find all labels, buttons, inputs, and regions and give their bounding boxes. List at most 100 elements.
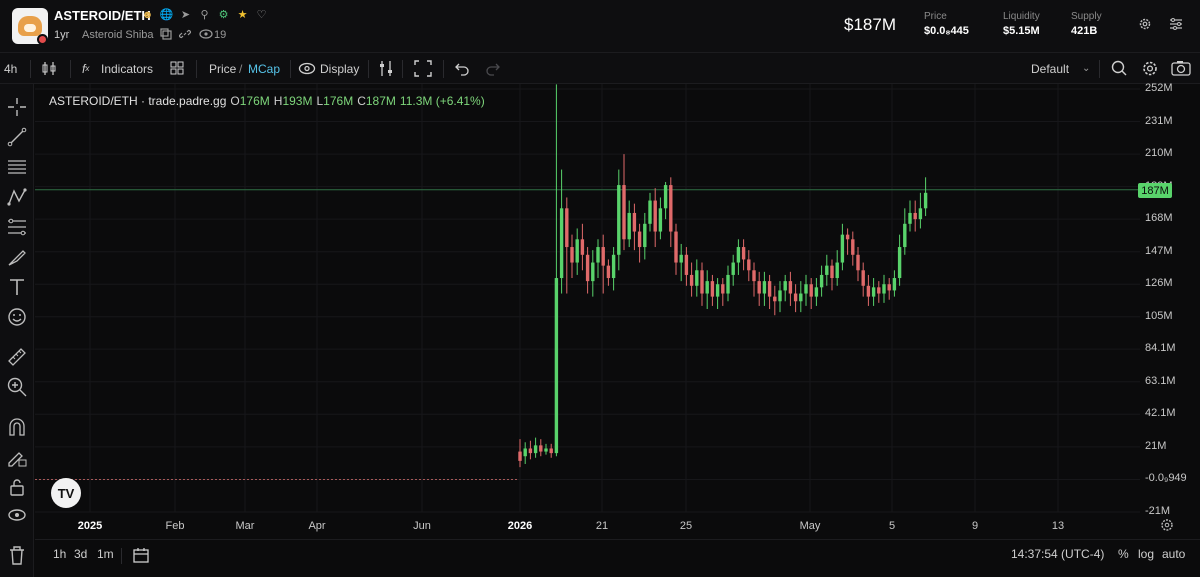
ruler-icon[interactable] <box>6 346 28 368</box>
log-scale-toggle[interactable]: log <box>1138 547 1154 561</box>
globe-icon[interactable]: 🌐 <box>160 8 174 21</box>
link-icon[interactable] <box>179 28 191 40</box>
x-tick-label: Mar <box>235 520 255 532</box>
chart-settings-gear-icon[interactable] <box>1141 53 1159 84</box>
lock-icon[interactable] <box>6 476 28 498</box>
pattern-icon[interactable] <box>6 186 28 208</box>
undo-icon[interactable] <box>455 53 469 84</box>
settings-gear-icon[interactable] <box>1138 17 1152 31</box>
text-tool-icon[interactable] <box>6 276 28 298</box>
range-1h[interactable]: 1h <box>53 547 66 561</box>
person-icon[interactable]: ☻ <box>141 8 154 21</box>
y-axis[interactable]: 252M231M210M189M168M147M126M105M84.1M63.… <box>1140 82 1200 524</box>
candle-body <box>762 281 767 294</box>
tradingview-logo[interactable]: TV <box>51 478 81 508</box>
y-tick-label: 210M <box>1145 147 1173 160</box>
legend-open: 176M <box>239 94 270 108</box>
candle-body <box>637 231 642 248</box>
emoji-icon[interactable] <box>6 306 28 328</box>
redo-icon[interactable] <box>486 53 500 84</box>
brush-icon[interactable] <box>6 246 28 268</box>
candle-body <box>653 200 657 232</box>
chain-badge-icon <box>37 34 48 45</box>
candle-body <box>689 274 694 286</box>
draw-lock-pencil-icon[interactable] <box>6 446 28 468</box>
crosshair-icon[interactable] <box>6 96 28 118</box>
indicators-button[interactable]: Indicators <box>101 53 153 84</box>
y-tick-label: 42.1M <box>1145 407 1176 420</box>
candle-body <box>622 185 626 240</box>
candle-body <box>923 192 928 209</box>
chevron-down-icon[interactable]: ⌄ <box>1082 53 1090 84</box>
zoom-in-icon[interactable] <box>6 376 28 398</box>
candle-body <box>726 274 730 294</box>
candle-body <box>773 296 777 302</box>
star-icon[interactable]: ★ <box>236 8 249 21</box>
candle-body <box>887 284 891 291</box>
y-tick-label: 21M <box>1145 439 1167 452</box>
view-count: 19 <box>214 29 227 41</box>
auto-scale-toggle[interactable]: auto <box>1162 547 1185 561</box>
candle-body <box>866 285 871 297</box>
display-eye-icon[interactable] <box>298 53 316 84</box>
bell-icon[interactable]: ♡ <box>255 8 268 21</box>
sliders-icon[interactable] <box>1169 17 1183 31</box>
token-age: 1yr <box>54 29 70 41</box>
range-3d[interactable]: 3d <box>74 547 87 561</box>
search-icon[interactable] <box>1110 53 1128 84</box>
candle-body <box>611 254 616 279</box>
axis-settings-gear-icon[interactable] <box>1160 518 1174 532</box>
x-tick-label: 2026 <box>507 520 533 532</box>
candle-body <box>767 281 772 297</box>
candle-body <box>721 284 725 294</box>
candle-body <box>747 259 751 271</box>
go-to-date-calendar-icon[interactable] <box>132 547 150 563</box>
candle-body <box>679 254 683 263</box>
screenshot-camera-icon[interactable] <box>1171 53 1191 84</box>
legend-close-key: C <box>357 94 366 108</box>
candle-body <box>731 262 735 275</box>
indicators-fx-icon[interactable]: fx <box>82 53 89 84</box>
telegram-icon[interactable]: ➤ <box>179 8 192 21</box>
trend-line-icon[interactable] <box>6 126 28 148</box>
display-button[interactable]: Display <box>320 53 359 84</box>
copy-icon[interactable] <box>160 28 172 40</box>
candle-body <box>570 247 574 263</box>
candle-body <box>840 234 845 263</box>
fib-retracement-icon[interactable] <box>6 216 28 238</box>
clock-timezone[interactable]: 14:37:54 (UTC-4) <box>1011 547 1104 561</box>
compare-sliders-icon[interactable] <box>378 53 394 84</box>
search-icon[interactable]: ⚲ <box>198 8 211 21</box>
interval-selector[interactable]: 4h <box>4 53 17 84</box>
candle-body <box>877 287 881 294</box>
magnet-icon[interactable] <box>6 416 28 438</box>
trash-icon[interactable] <box>6 544 28 566</box>
candle-body <box>575 239 579 263</box>
stat-value: 421B <box>1071 25 1098 37</box>
chart-canvas[interactable] <box>35 84 1200 539</box>
percent-scale-toggle[interactable]: % <box>1118 547 1129 561</box>
candle-type-icon[interactable] <box>41 53 57 84</box>
visibility-eye-icon[interactable] <box>6 504 28 526</box>
price-chart[interactable]: ASTEROID/ETH · trade.padre.gg O 176M H 1… <box>35 82 1200 577</box>
y-tick-label: 63.1M <box>1145 374 1176 387</box>
y-tick-label: 252M <box>1145 82 1173 94</box>
candle-body <box>856 254 860 271</box>
candle-body <box>684 254 689 275</box>
candle-body <box>565 208 569 248</box>
x-tick-label: 5 <box>888 520 896 532</box>
candle-body <box>804 284 808 294</box>
token-header: ASTEROID/ETH ☻ 🌐 ➤ ⚲ ⚙ ★ ♡ 1yr Asteroid … <box>0 0 1200 52</box>
fullscreen-icon[interactable] <box>414 53 432 84</box>
templates-grid-icon[interactable] <box>170 53 184 84</box>
layout-template-select[interactable]: Default <box>1031 53 1069 84</box>
scan-icon[interactable]: ⚙ <box>217 8 230 21</box>
x-tick-label: Feb <box>165 520 185 532</box>
price-toggle[interactable]: Price <box>209 53 236 84</box>
toolbar-divider <box>70 60 71 78</box>
candle-body <box>845 234 850 240</box>
range-1m[interactable]: 1m <box>97 547 114 561</box>
mcap-toggle[interactable]: MCap <box>248 53 280 84</box>
horizontal-lines-icon[interactable] <box>6 156 28 178</box>
x-tick-label: 21 <box>595 520 609 532</box>
